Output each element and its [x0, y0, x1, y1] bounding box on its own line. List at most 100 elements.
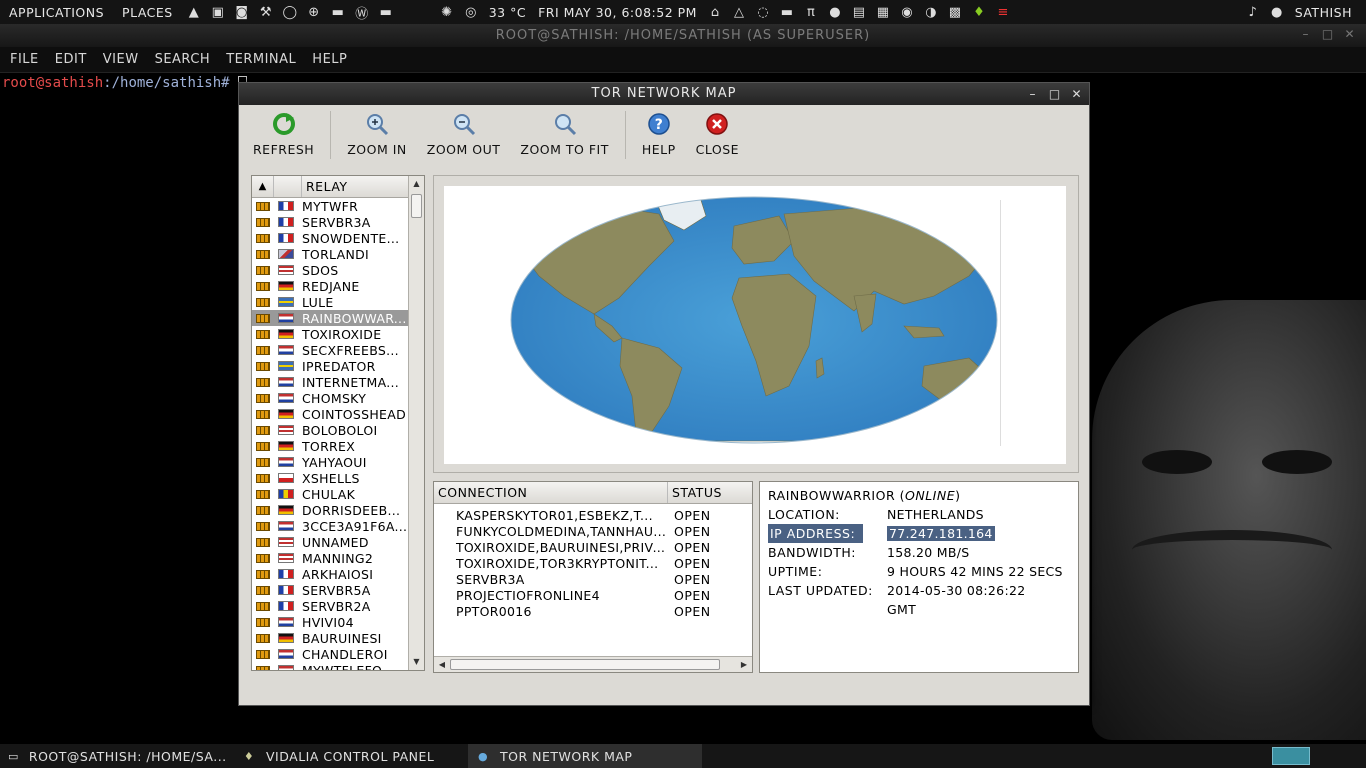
scroll-thumb[interactable] [411, 194, 422, 218]
user-menu[interactable]: SATHISH [1295, 5, 1352, 20]
home-icon[interactable]: ⌂ [706, 3, 724, 21]
disc-icon[interactable]: ◑ [922, 3, 940, 21]
flag-column-header[interactable] [274, 176, 302, 197]
alert-icon[interactable]: ≡ [994, 3, 1012, 21]
relay-row[interactable]: RAINBOWWAR... [252, 310, 408, 326]
menu-file[interactable]: FILE [2, 52, 47, 67]
wordpress-icon[interactable]: Ⓦ [353, 3, 371, 22]
sort-up-icon[interactable]: ▲ [252, 176, 274, 197]
connection-list[interactable]: CONNECTION STATUS KASPERSKYTOR01,ESBEKZ,… [433, 481, 753, 673]
relay-row[interactable]: IPREDATOR [252, 358, 408, 374]
connection-row[interactable]: PPTOR0016 OPEN [434, 603, 752, 619]
relay-row[interactable]: CHULAK [252, 486, 408, 502]
ip-value[interactable]: 77.247.181.164 [887, 526, 995, 541]
task-terminal[interactable]: ▭ ROOT@SATHISH: /HOME/SA... [0, 744, 234, 768]
scroll-thumb[interactable] [450, 659, 720, 670]
relay-list[interactable]: ▲ RELAY MYTWFR SERVBR3A SNOWDENTE... TORLAN… [251, 175, 425, 671]
search-icon[interactable]: ◯ [281, 3, 299, 21]
menu-help[interactable]: HELP [304, 52, 355, 67]
relay-row[interactable]: MANNING2 [252, 550, 408, 566]
relay-row[interactable]: LULE [252, 294, 408, 310]
minimize-icon[interactable]: – [1298, 27, 1314, 41]
hp-icon[interactable]: ⊕ [305, 3, 323, 21]
clock[interactable]: FRI MAY 30, 6:08:52 PM [538, 5, 697, 20]
inkscape-icon[interactable]: △ [730, 3, 748, 21]
folder-icon[interactable]: ▬ [778, 3, 796, 21]
relay-row[interactable]: TOXIROXIDE [252, 326, 408, 342]
menu-view[interactable]: VIEW [95, 52, 147, 67]
workspace-switcher[interactable] [1272, 747, 1310, 765]
window-title-bar[interactable]: TOR NETWORK MAP – □ ✕ [239, 83, 1089, 105]
chrome-icon[interactable]: ◎ [462, 3, 480, 21]
relay-row[interactable]: SERVBR2A [252, 598, 408, 614]
relay-row[interactable]: SDOS [252, 262, 408, 278]
relay-row[interactable]: REDJANE [252, 278, 408, 294]
relay-row[interactable]: SNOWDENTE... [252, 230, 408, 246]
folder-icon[interactable]: ▬ [377, 3, 395, 21]
volume-icon[interactable]: ♪ [1244, 3, 1262, 21]
scroll-down-arrow-icon[interactable]: ▼ [409, 654, 424, 670]
connection-row[interactable]: SERVBR3A OPEN [434, 571, 752, 587]
folder-icon[interactable]: ▬ [329, 3, 347, 21]
zoom-in-button[interactable]: ZOOM IN [337, 107, 417, 163]
monitor-icon[interactable]: ▦ [874, 3, 892, 21]
terminal-title-bar[interactable]: ROOT@SATHISH: /HOME/SATHISH (AS SUPERUSE… [0, 24, 1366, 47]
scroll-up-arrow-icon[interactable]: ▲ [409, 176, 424, 192]
connection-row[interactable]: TOXIROXIDE,BAURUINESI,PRIVA... OPEN [434, 539, 752, 555]
connection-row[interactable]: PROJECTIOFRONLINE4 OPEN [434, 587, 752, 603]
refresh-button[interactable]: REFRESH [243, 107, 324, 163]
scroll-left-arrow-icon[interactable]: ◀ [434, 657, 450, 672]
maximize-icon[interactable]: □ [1047, 86, 1063, 102]
relay-row[interactable]: SERVBR5A [252, 582, 408, 598]
zoom-out-button[interactable]: ZOOM OUT [417, 107, 511, 163]
close-icon[interactable]: ✕ [1342, 27, 1358, 41]
relay-row[interactable]: BOLOBOLOI [252, 422, 408, 438]
relay-row[interactable]: MYWTFLEFO [252, 662, 408, 670]
relay-row[interactable]: DORRISDEEB... [252, 502, 408, 518]
launcher-triangle-icon[interactable]: ▲ [185, 3, 203, 21]
connection-row[interactable]: TOXIROXIDE,TOR3KRYPTONIT... OPEN [434, 555, 752, 571]
relay-row[interactable]: TORLANDI [252, 246, 408, 262]
relay-column-header[interactable]: RELAY [302, 179, 348, 194]
vidalia-onion-icon[interactable]: ♦ [970, 3, 988, 21]
close-button[interactable]: CLOSE [686, 107, 749, 163]
network-icon[interactable]: ▩ [946, 3, 964, 21]
relay-row[interactable]: CHANDLEROI [252, 646, 408, 662]
ip-label[interactable]: IP ADDRESS: [768, 524, 863, 543]
chat-icon[interactable]: ● [826, 3, 844, 21]
connection-horizontal-scrollbar[interactable]: ◀ ▶ [434, 656, 752, 672]
world-map-canvas[interactable] [444, 186, 1066, 464]
relay-row[interactable]: MYTWFR [252, 198, 408, 214]
relay-row[interactable]: ARKHAIOSI [252, 566, 408, 582]
connection-column-header[interactable]: CONNECTION [434, 482, 668, 503]
relay-row[interactable]: BAURUINESI [252, 630, 408, 646]
printer-icon[interactable]: ▤ [850, 3, 868, 21]
maximize-icon[interactable]: □ [1320, 27, 1336, 41]
relay-row[interactable]: HVIVI04 [252, 614, 408, 630]
relay-row[interactable]: 3CCE3A91F6A... [252, 518, 408, 534]
tag-icon[interactable]: ◉ [898, 3, 916, 21]
task-tor-network-map[interactable]: ● TOR NETWORK MAP [468, 744, 702, 768]
connection-row[interactable]: FUNKYCOLDMEDINA,TANNHAU... OPEN [434, 523, 752, 539]
menu-search[interactable]: SEARCH [147, 52, 219, 67]
menu-terminal[interactable]: TERMINAL [218, 52, 304, 67]
help-button[interactable]: ? HELP [632, 107, 686, 163]
applications-menu[interactable]: APPLICATIONS [0, 5, 113, 20]
relay-row[interactable]: XSHELLS [252, 470, 408, 486]
relay-row[interactable]: TORREX [252, 438, 408, 454]
task-vidalia[interactable]: ♦ VIDALIA CONTROL PANEL [234, 744, 468, 768]
terminal-launcher-icon[interactable]: ▣ [209, 3, 227, 21]
relay-row[interactable]: UNNAMED [252, 534, 408, 550]
relay-row[interactable]: COINTOSSHEAD [252, 406, 408, 422]
pi-icon[interactable]: π [802, 3, 820, 21]
settings-icon[interactable]: ✺ [438, 3, 456, 21]
tools-icon[interactable]: ⚒ [257, 3, 275, 21]
scroll-right-arrow-icon[interactable]: ▶ [736, 657, 752, 672]
zoom-to-fit-button[interactable]: ZOOM TO FIT [510, 107, 618, 163]
minimize-icon[interactable]: – [1025, 86, 1041, 102]
connection-row[interactable]: KASPERSKYTOR01,ESBEKZ,T... OPEN [434, 507, 752, 523]
relay-row[interactable]: INTERNETMA... [252, 374, 408, 390]
status-column-header[interactable]: STATUS [668, 485, 722, 500]
relay-vertical-scrollbar[interactable]: ▲ ▼ [408, 176, 424, 670]
places-menu[interactable]: PLACES [113, 5, 182, 20]
